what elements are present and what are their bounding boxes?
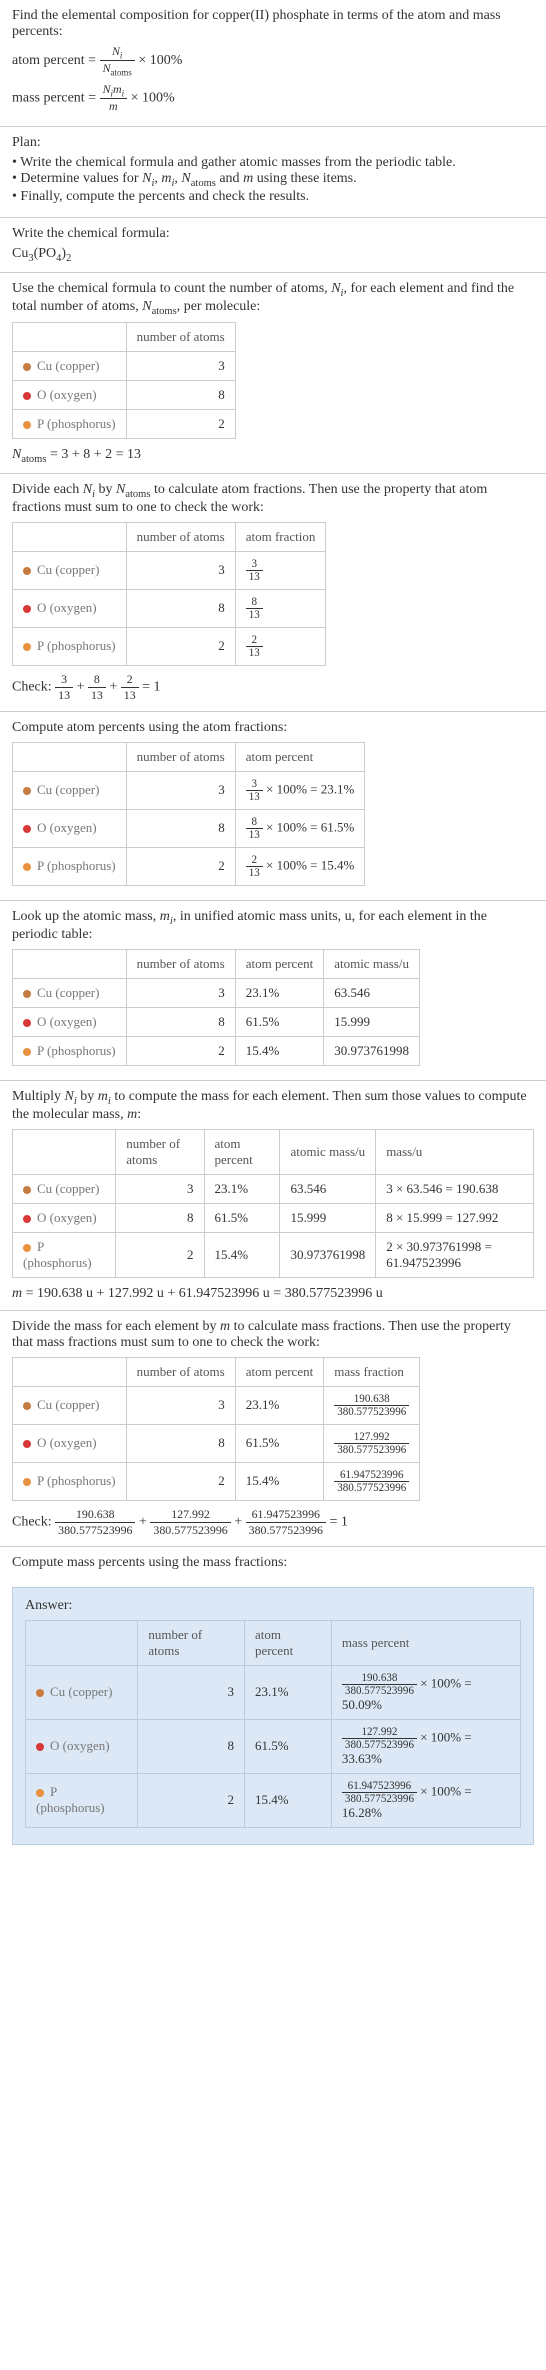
element-dot-icon [36, 1743, 44, 1751]
atom-fraction-table: number of atomsatom fraction Cu (copper)… [12, 522, 326, 666]
element-dot-icon [23, 1402, 31, 1410]
step3-title: Divide each Ni by Natoms to calculate at… [12, 482, 534, 516]
atomic-mass-table: number of atomsatom percentatomic mass/u… [12, 949, 420, 1066]
table-row: Cu (copper)323.1%63.5463 × 63.546 = 190.… [13, 1174, 534, 1203]
table-row: P (phosphorus)2213 × 100% = 15.4% [13, 847, 365, 885]
count-atoms-section: Use the chemical formula to count the nu… [0, 273, 546, 474]
step7-title: Divide the mass for each element by m to… [12, 1319, 534, 1351]
mass-fraction-check: Check: 190.638380.577523996 + 127.992380… [12, 1507, 534, 1538]
mass-fraction-table: number of atomsatom percentmass fraction… [12, 1357, 420, 1501]
table-row: P (phosphorus)2213 [13, 627, 326, 665]
table-row: O (oxygen)861.5%127.992380.577523996 [13, 1424, 420, 1462]
element-dot-icon [23, 990, 31, 998]
mass-section: Multiply Ni by mi to compute the mass fo… [0, 1081, 546, 1311]
chemical-formula-section: Write the chemical formula: Cu3(PO4)2 [0, 218, 546, 273]
table-row: P (phosphorus)215.4%30.9737619982 × 30.9… [13, 1232, 534, 1277]
element-dot-icon [23, 567, 31, 575]
element-dot-icon [36, 1689, 44, 1697]
table-row: Cu (copper)323.1%190.638380.577523996 × … [26, 1665, 521, 1719]
element-dot-icon [23, 1048, 31, 1056]
table-row: Cu (copper)3313 [13, 551, 326, 589]
table-row: Cu (copper)3313 × 100% = 23.1% [13, 771, 365, 809]
mass-table: number of atomsatom percentatomic mass/u… [12, 1129, 534, 1278]
step2-title: Use the chemical formula to count the nu… [12, 281, 534, 317]
plan-title: Plan: [12, 135, 534, 151]
atom-percent-table: number of atomsatom percent Cu (copper)3… [12, 742, 365, 886]
plan-bullet-3: Finally, compute the percents and check … [12, 189, 534, 205]
question-text: Find the elemental composition for coppe… [12, 8, 534, 40]
atom-percent-section: Compute atom percents using the atom fra… [0, 712, 546, 901]
atom-fraction-section: Divide each Ni by Natoms to calculate at… [0, 474, 546, 712]
element-dot-icon [23, 392, 31, 400]
element-dot-icon [23, 1186, 31, 1194]
element-dot-icon [23, 643, 31, 651]
table-row: P (phosphorus)215.4%61.947523996380.5775… [13, 1462, 420, 1500]
element-dot-icon [23, 363, 31, 371]
table-row: O (oxygen)861.5%15.9998 × 15.999 = 127.9… [13, 1203, 534, 1232]
element-dot-icon [36, 1789, 44, 1797]
element-dot-icon [23, 825, 31, 833]
element-dot-icon [23, 863, 31, 871]
atom-percent-formula: atom percent = Ni Natoms × 100% [12, 44, 534, 78]
element-dot-icon [23, 1019, 31, 1027]
atomic-mass-section: Look up the atomic mass, mi, in unified … [0, 901, 546, 1081]
step1-title: Write the chemical formula: [12, 226, 534, 242]
element-dot-icon [23, 605, 31, 613]
table-row: O (oxygen)861.5%15.999 [13, 1007, 420, 1036]
element-dot-icon [23, 1215, 31, 1223]
step4-title: Compute atom percents using the atom fra… [12, 720, 534, 736]
molecular-mass-sum: m = 190.638 u + 127.992 u + 61.947523996… [12, 1286, 534, 1302]
table-row: Cu (copper)323.1%63.546 [13, 978, 420, 1007]
intro-section: Find the elemental composition for coppe… [0, 0, 546, 127]
mass-percent-formula: mass percent = Nimi m × 100% [12, 82, 534, 114]
plan-section: Plan: Write the chemical formula and gat… [0, 127, 546, 218]
plan-bullet-2: Determine values for Ni, mi, Natoms and … [12, 171, 534, 189]
element-dot-icon [23, 1440, 31, 1448]
element-dot-icon [23, 787, 31, 795]
table-row: Cu (copper)3 [13, 352, 236, 381]
step5-title: Look up the atomic mass, mi, in unified … [12, 909, 534, 943]
atom-count-table: number of atoms Cu (copper)3 O (oxygen)8… [12, 322, 236, 439]
mass-percent-section: Compute mass percents using the mass fra… [0, 1547, 546, 1579]
table-row: Cu (copper)323.1%190.638380.577523996 [13, 1386, 420, 1424]
table-row: P (phosphorus)215.4%30.973761998 [13, 1036, 420, 1065]
answer-label: Answer: [25, 1598, 521, 1614]
table-row: O (oxygen)8813 [13, 589, 326, 627]
element-dot-icon [23, 421, 31, 429]
plan-bullet-1: Write the chemical formula and gather at… [12, 155, 534, 171]
answer-table: number of atomsatom percentmass percent … [25, 1620, 521, 1828]
table-row: O (oxygen)8813 × 100% = 61.5% [13, 809, 365, 847]
mass-fraction-section: Divide the mass for each element by m to… [0, 1311, 546, 1547]
answer-box: Answer: number of atomsatom percentmass … [12, 1587, 534, 1845]
element-dot-icon [23, 1244, 31, 1252]
table-row: O (oxygen)8 [13, 381, 236, 410]
fraction-check: Check: 313 + 813 + 213 = 1 [12, 672, 534, 703]
step6-title: Multiply Ni by mi to compute the mass fo… [12, 1089, 534, 1123]
table-row: O (oxygen)861.5%127.992380.577523996 × 1… [26, 1719, 521, 1773]
table-row: P (phosphorus)215.4%61.947523996380.5775… [26, 1773, 521, 1827]
natoms-sum: Natoms = 3 + 8 + 2 = 13 [12, 447, 534, 465]
chemical-formula: Cu3(PO4)2 [12, 246, 534, 264]
table-row: P (phosphorus)2 [13, 410, 236, 439]
step8-title: Compute mass percents using the mass fra… [12, 1555, 534, 1571]
element-dot-icon [23, 1478, 31, 1486]
